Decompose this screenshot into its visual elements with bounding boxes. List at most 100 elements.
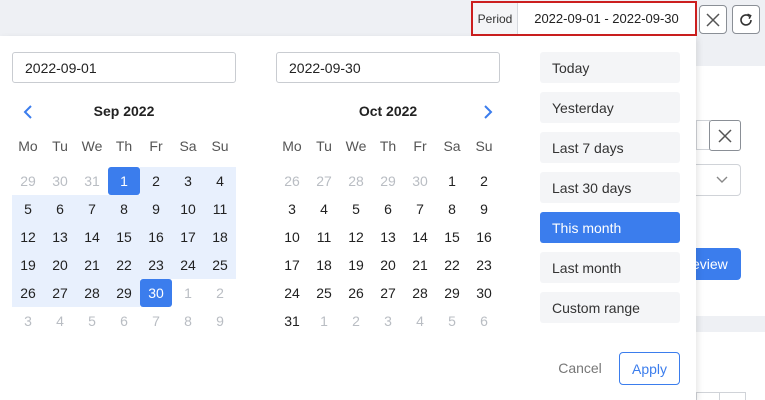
calendar-day[interactable]: 2 [204,279,236,307]
calendar-day[interactable]: 17 [172,223,204,251]
calendar-day[interactable]: 20 [372,251,404,279]
calendar-day[interactable]: 1 [308,307,340,335]
calendar-day[interactable]: 2 [140,167,172,195]
calendar-day[interactable]: 7 [140,307,172,335]
calendar-day[interactable]: 21 [404,251,436,279]
range-last-month[interactable]: Last month [540,252,680,283]
calendar-day[interactable]: 19 [12,251,44,279]
calendar-day[interactable]: 31 [76,167,108,195]
calendar-day[interactable]: 4 [44,307,76,335]
calendar-day[interactable]: 29 [108,279,140,307]
calendar-day[interactable]: 16 [468,223,500,251]
calendar-day[interactable]: 31 [276,307,308,335]
calendar-day[interactable]: 5 [340,195,372,223]
calendar-day[interactable]: 25 [204,251,236,279]
calendar-day[interactable]: 18 [308,251,340,279]
calendar-day[interactable]: 11 [204,195,236,223]
calendar-day[interactable]: 27 [44,279,76,307]
refresh-button[interactable] [732,5,760,34]
calendar-day[interactable]: 30 [468,279,500,307]
calendar-day[interactable]: 7 [404,195,436,223]
calendar-day[interactable]: 29 [372,167,404,195]
calendar-day[interactable]: 8 [108,195,140,223]
calendar-day[interactable]: 2 [468,167,500,195]
calendar-day[interactable]: 2 [340,307,372,335]
calendar-day[interactable]: 8 [172,307,204,335]
calendar-day[interactable]: 24 [276,279,308,307]
calendar-day[interactable]: 14 [404,223,436,251]
calendar-day[interactable]: 13 [44,223,76,251]
calendar-day[interactable]: 1 [172,279,204,307]
background-clear-button[interactable] [709,120,741,151]
calendar-day[interactable]: 7 [76,195,108,223]
calendar-day[interactable]: 16 [140,223,172,251]
calendar-day[interactable]: 30 [404,167,436,195]
calendar-day[interactable]: 15 [436,223,468,251]
calendar-day[interactable]: 9 [468,195,500,223]
calendar-day[interactable]: 23 [140,251,172,279]
calendar-day[interactable]: 9 [140,195,172,223]
calendar-day[interactable]: 19 [340,251,372,279]
calendar-day[interactable]: 28 [340,167,372,195]
calendar-day[interactable]: 11 [308,223,340,251]
calendar-day[interactable]: 3 [172,167,204,195]
calendar-day[interactable]: 23 [468,251,500,279]
next-month-button[interactable] [478,102,498,122]
calendar-day[interactable]: 17 [276,251,308,279]
background-select[interactable] [696,164,741,196]
clear-period-button[interactable] [699,5,727,34]
calendar-day[interactable]: 10 [172,195,204,223]
calendar-day[interactable]: 22 [436,251,468,279]
apply-button[interactable]: Apply [619,352,680,385]
calendar-day[interactable]: 27 [308,167,340,195]
calendar-day[interactable]: 5 [76,307,108,335]
calendar-day[interactable]: 29 [436,279,468,307]
range-custom[interactable]: Custom range [540,292,680,323]
background-input[interactable] [696,120,710,150]
calendar-day[interactable]: 12 [12,223,44,251]
calendar-day[interactable]: 21 [76,251,108,279]
calendar-day[interactable]: 3 [372,307,404,335]
calendar-day[interactable]: 28 [404,279,436,307]
calendar-day[interactable]: 3 [12,307,44,335]
range-today[interactable]: Today [540,52,680,83]
calendar-day[interactable]: 26 [276,167,308,195]
calendar-day[interactable]: 27 [372,279,404,307]
calendar-day[interactable]: 4 [308,195,340,223]
calendar-day[interactable]: 6 [372,195,404,223]
calendar-day[interactable]: 4 [204,167,236,195]
cancel-button[interactable]: Cancel [549,352,611,384]
calendar-day[interactable]: 29 [12,167,44,195]
calendar-day[interactable]: 6 [108,307,140,335]
calendar-day[interactable]: 30 [44,167,76,195]
calendar-day[interactable]: 1 [436,167,468,195]
calendar-day[interactable]: 13 [372,223,404,251]
calendar-day[interactable]: 12 [340,223,372,251]
period-value[interactable]: 2022-09-01 - 2022-09-30 [518,3,695,34]
calendar-day[interactable]: 5 [12,195,44,223]
calendar-day[interactable]: 18 [204,223,236,251]
calendar-day[interactable]: 25 [308,279,340,307]
calendar-day[interactable]: 6 [44,195,76,223]
calendar-day[interactable]: 26 [12,279,44,307]
range-this-month[interactable]: This month [540,212,680,243]
period-field[interactable]: Period 2022-09-01 - 2022-09-30 [471,1,697,36]
end-date-input[interactable]: 2022-09-30 [276,52,500,83]
range-last-7-days[interactable]: Last 7 days [540,132,680,163]
calendar-day[interactable]: 9 [204,307,236,335]
calendar-day[interactable]: 26 [340,279,372,307]
background-bottom-control[interactable] [696,392,746,400]
range-end-day[interactable]: 30 [140,279,172,307]
range-last-30-days[interactable]: Last 30 days [540,172,680,203]
calendar-day[interactable]: 15 [108,223,140,251]
calendar-day[interactable]: 20 [44,251,76,279]
calendar-day[interactable]: 10 [276,223,308,251]
range-start-day[interactable]: 1 [108,167,140,195]
calendar-day[interactable]: 14 [76,223,108,251]
calendar-day[interactable]: 8 [436,195,468,223]
range-yesterday[interactable]: Yesterday [540,92,680,123]
calendar-day[interactable]: 3 [276,195,308,223]
calendar-day[interactable]: 22 [108,251,140,279]
calendar-day[interactable]: 28 [76,279,108,307]
calendar-day[interactable]: 24 [172,251,204,279]
